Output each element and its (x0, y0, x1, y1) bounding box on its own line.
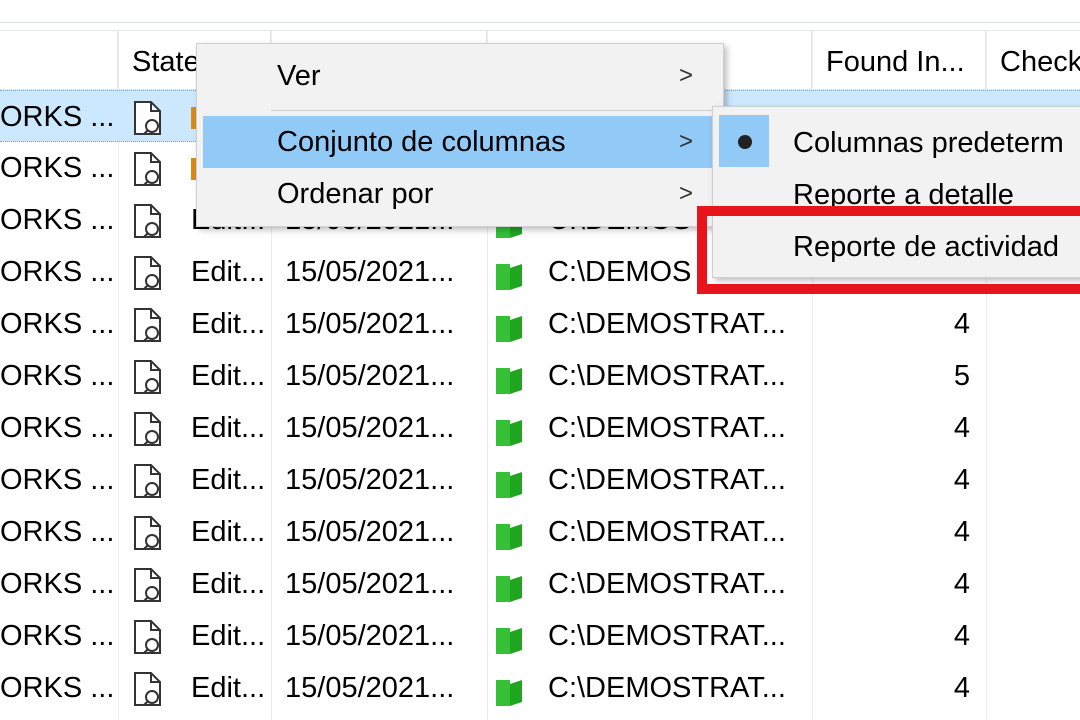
row-path: C:\DEMOSTRAT... (548, 412, 786, 444)
table-row[interactable]: ORKS ... Edit... 15/05/2021... C:\DEMOSTRAT… (0, 610, 1080, 662)
row-path: C:\DEMOSTRAT... (548, 620, 786, 652)
row-found-in: 5 (953, 360, 970, 392)
document-icon (132, 662, 172, 714)
table-row[interactable]: ORKS ... Edit... 15/05/2021... C:\DEMOSTRAT… (0, 298, 1080, 350)
column-header-name[interactable] (0, 31, 118, 89)
document-icon (132, 246, 172, 298)
row-state: Edit... (191, 516, 266, 548)
folder-icon (494, 454, 528, 506)
row-found-in: 4 (953, 464, 970, 496)
row-found-in: 4 (953, 516, 970, 548)
menu-item-columnas-predeterminadas[interactable]: Columnas predeterm (713, 117, 1080, 169)
row-path: C:\DEMOSTRAT... (548, 672, 786, 704)
menu-item-label: Ordenar por (277, 178, 434, 210)
context-menu: Ver > Conjunto de columnas > Ordenar por… (196, 43, 724, 227)
menu-item-label: Ver (277, 60, 321, 92)
row-state: Edit... (191, 256, 266, 288)
document-icon (132, 142, 172, 194)
row-found-in: 4 (953, 672, 970, 704)
row-name: ORKS ... (0, 464, 115, 496)
row-name: ORKS ... (0, 101, 115, 133)
row-name: ORKS ... (0, 360, 115, 392)
chevron-right-icon: > (679, 62, 694, 89)
document-icon (132, 610, 172, 662)
row-state: Edit... (191, 308, 266, 340)
row-date: 15/05/2021... (285, 672, 455, 704)
table-row[interactable]: ORKS ... Edit... 15/05/2021... C:\DEMOSTRAT… (0, 662, 1080, 714)
row-date: 15/05/2021... (285, 568, 455, 600)
row-path: C:\DEMOSTRAT... (548, 360, 786, 392)
menu-item-label: Columnas predeterm (793, 127, 1064, 159)
folder-icon (494, 402, 528, 454)
row-name: ORKS ... (0, 620, 115, 652)
table-row[interactable]: ORKS ... Edit... 15/05/2021... C:\DEMOSTRAT… (0, 558, 1080, 610)
table-row[interactable]: ORKS ... Edit... 15/05/2021... C:\DEMOSTRAT… (0, 454, 1080, 506)
row-found-in: 4 (953, 568, 970, 600)
row-path: C:\DEMOSTRAT... (548, 464, 786, 496)
row-name: ORKS ... (0, 152, 115, 184)
document-icon (132, 506, 172, 558)
menu-item-ordenar-por[interactable]: Ordenar por > (197, 168, 721, 220)
folder-icon (494, 610, 528, 662)
row-state: Edit... (191, 464, 266, 496)
row-found-in: 4 (953, 412, 970, 444)
row-name: ORKS ... (0, 672, 115, 704)
menu-separator (271, 110, 717, 111)
menu-item-conjunto-de-columnas[interactable]: Conjunto de columnas > (203, 116, 715, 168)
row-name: ORKS ... (0, 516, 115, 548)
row-state: Edit... (191, 412, 266, 444)
menu-item-ver[interactable]: Ver > (197, 50, 721, 102)
folder-icon (494, 662, 528, 714)
row-date: 15/05/2021... (285, 360, 455, 392)
row-state: Edit... (191, 360, 266, 392)
document-icon (132, 194, 172, 246)
row-name: ORKS ... (0, 308, 115, 340)
document-icon (132, 298, 172, 350)
annotation-highlight-box (697, 206, 1080, 294)
toolbar-divider (0, 22, 1080, 23)
document-icon (132, 350, 172, 402)
row-state: Edit... (191, 620, 266, 652)
column-header-check[interactable]: Check (986, 31, 1080, 89)
row-path: C:\DEMOSTRAT... (548, 516, 786, 548)
row-date: 15/05/2021... (285, 412, 455, 444)
row-state: Edit... (191, 672, 266, 704)
document-icon (132, 454, 172, 506)
folder-icon (494, 558, 528, 610)
row-date: 15/05/2021... (285, 464, 455, 496)
row-date: 15/05/2021... (285, 516, 455, 548)
folder-icon (494, 506, 528, 558)
folder-icon (494, 246, 528, 298)
row-name: ORKS ... (0, 256, 115, 288)
table-row[interactable]: ORKS ... Edit... 15/05/2021... C:\DEMOSTRAT… (0, 506, 1080, 558)
chevron-right-icon: > (679, 128, 694, 155)
document-icon (132, 402, 172, 454)
folder-icon (494, 298, 528, 350)
row-date: 15/05/2021... (285, 620, 455, 652)
row-found-in: 4 (953, 308, 970, 340)
row-state: Edit... (191, 568, 266, 600)
row-path: C:\DEMOSTRAT... (548, 308, 786, 340)
row-name: ORKS ... (0, 568, 115, 600)
menu-item-label: Conjunto de columnas (277, 126, 566, 158)
row-found-in: 4 (953, 620, 970, 652)
column-header-found-in[interactable]: Found In... (812, 31, 986, 89)
table-row[interactable]: ORKS ... Edit... 15/05/2021... C:\DEMOSTRAT… (0, 402, 1080, 454)
document-icon (132, 558, 172, 610)
table-row[interactable]: ORKS ... Edit... 15/05/2021... C:\DEMOSTRAT… (0, 350, 1080, 402)
row-date: 15/05/2021... (285, 256, 455, 288)
row-date: 15/05/2021... (285, 308, 455, 340)
folder-icon (494, 350, 528, 402)
document-icon (132, 91, 172, 143)
row-name: ORKS ... (0, 412, 115, 444)
chevron-right-icon: > (679, 180, 694, 207)
row-path: C:\DEMOSTRAT... (548, 568, 786, 600)
row-name: ORKS ... (0, 204, 115, 236)
